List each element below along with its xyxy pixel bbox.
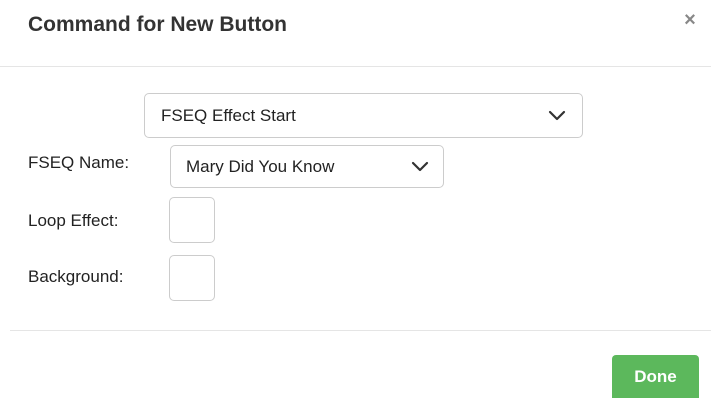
command-type-value: FSEQ Effect Start [161,105,296,125]
fseq-name-value: Mary Did You Know [186,156,335,176]
command-dialog: Command for New Button × FSEQ Effect Sta… [0,0,711,398]
footer-divider [10,330,711,331]
done-button[interactable]: Done [612,355,699,398]
loop-effect-label: Loop Effect: [28,211,119,230]
fseq-name-select[interactable]: Mary Did You Know [170,145,444,188]
loop-effect-checkbox[interactable] [169,197,215,243]
background-label: Background: [28,267,124,286]
chevron-down-icon [548,110,566,120]
command-type-select[interactable]: FSEQ Effect Start [144,93,583,138]
chevron-down-icon [411,161,429,171]
dialog-title: Command for New Button [28,13,287,36]
close-icon[interactable]: × [680,10,700,30]
fseq-name-label: FSEQ Name: [28,153,130,172]
dialog-header: Command for New Button × [0,0,711,67]
background-checkbox[interactable] [169,255,215,301]
